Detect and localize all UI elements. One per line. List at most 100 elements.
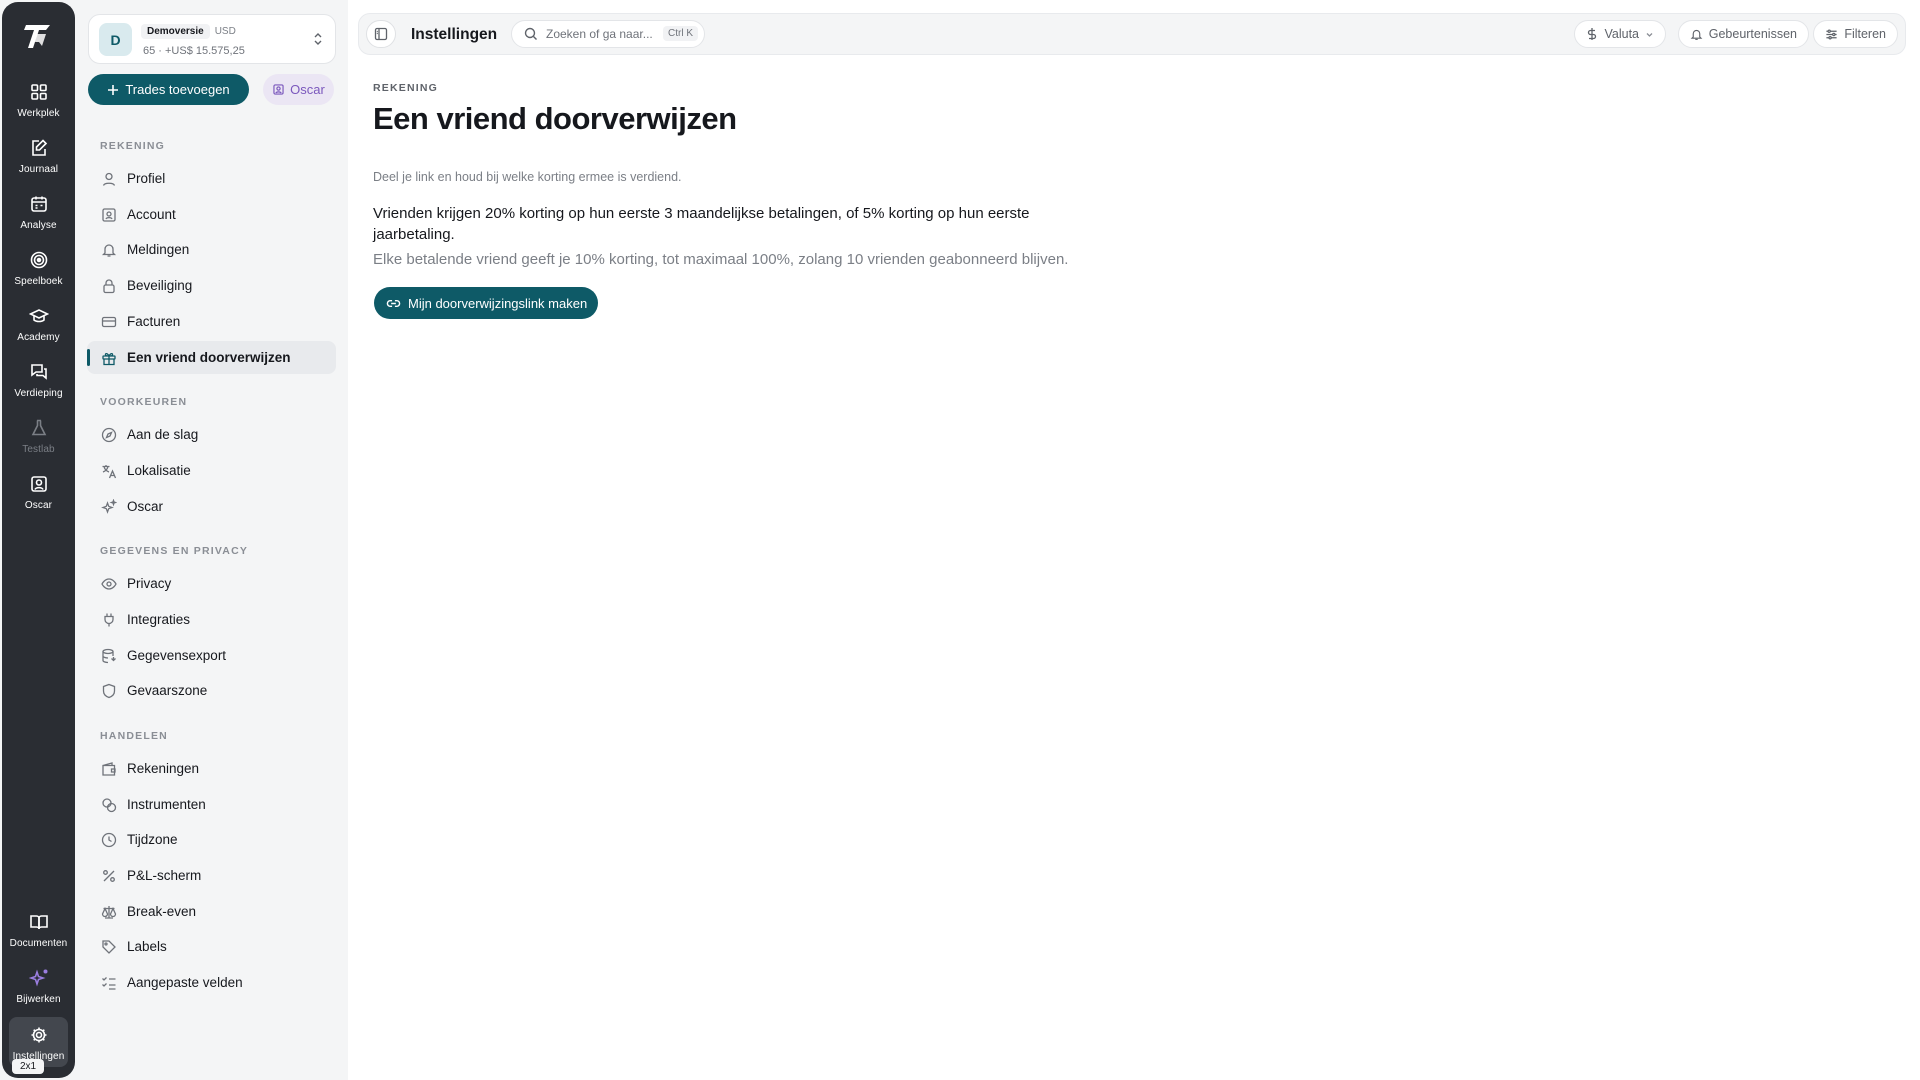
section-title-handelen: HANDELEN: [100, 730, 168, 742]
shortcut-badge: 2x1: [12, 1059, 44, 1074]
credit-card-icon: [101, 316, 117, 327]
page-description: Deel je link en houd bij welke korting e…: [373, 170, 682, 184]
sidebar-item-instrumenten[interactable]: Instrumenten: [87, 788, 336, 821]
rail-item-speelboek[interactable]: Speelboek: [2, 250, 75, 302]
account-name-row: Demoversie USD: [141, 24, 236, 39]
sidebar-item-label: Beveiliging: [127, 278, 193, 293]
sidebar-item-aangepaste-velden[interactable]: Aangepaste velden: [87, 966, 336, 999]
oscar-label: Oscar: [290, 82, 325, 97]
lock-icon: [103, 278, 115, 293]
percent-icon: [103, 869, 115, 882]
gift-icon: [102, 352, 116, 365]
flask-icon: [31, 419, 46, 436]
sidebar-item-label: Meldingen: [127, 242, 190, 257]
sidebar-item-label: Rekeningen: [127, 761, 200, 776]
add-trades-button[interactable]: Trades toevoegen: [88, 74, 249, 105]
sidebar-item-label: Oscar: [127, 499, 164, 514]
sparkles-icon: [28, 969, 47, 987]
search-icon: [524, 27, 537, 40]
search-shortcut: Ctrl K: [663, 26, 698, 41]
sidebar-item-profiel[interactable]: Profiel: [87, 162, 336, 195]
bell-icon: [1690, 29, 1703, 40]
rail-item-oscar[interactable]: Oscar: [2, 474, 75, 526]
wallet-icon: [102, 761, 116, 776]
sidebar-item-gegevensexport[interactable]: Gegevensexport: [87, 639, 336, 672]
avatar: D: [99, 23, 132, 56]
plug-icon: [104, 613, 114, 626]
id-badge-icon: [102, 207, 116, 222]
rail-item-verdieping[interactable]: Verdieping: [2, 362, 75, 414]
sidebar-item-label: Labels: [127, 939, 167, 954]
sidebar-item-aan-de-slag[interactable]: Aan de slag: [87, 418, 336, 451]
sidebar-item-beveiliging[interactable]: Beveiliging: [87, 269, 336, 302]
sidebar-item-privacy[interactable]: Privacy: [87, 567, 336, 600]
sidebar-item-oscar[interactable]: Oscar: [87, 490, 336, 523]
oscar-button[interactable]: Oscar: [263, 74, 334, 105]
rail-item-journaal[interactable]: Journaal: [2, 138, 75, 190]
sidebar-item-break-even[interactable]: Break-even: [87, 895, 336, 928]
sidebar-item-tijdzone[interactable]: Tijdzone: [87, 823, 336, 856]
eye-icon: [101, 577, 117, 590]
filters-button[interactable]: Filteren: [1813, 20, 1898, 48]
sidebar-item-label: Gegevensexport: [127, 648, 227, 663]
sidebar-item-labels[interactable]: Labels: [87, 930, 336, 963]
rail-item-werkplek[interactable]: Werkplek: [2, 82, 75, 134]
sidebar-item-rekeningen[interactable]: Rekeningen: [87, 752, 336, 785]
account-summary: 65 · +US$ 15.575,25: [143, 45, 245, 57]
events-button[interactable]: Gebeurtenissen: [1677, 20, 1809, 48]
account-name: Demoversie: [141, 24, 210, 39]
sidebar-item-gevaarszone[interactable]: Gevaarszone: [87, 674, 336, 707]
rail-label: Oscar: [24, 500, 53, 511]
rail-item-analyse[interactable]: Analyse: [2, 194, 75, 246]
create-referral-link-button[interactable]: Mijn doorverwijzingslink maken: [374, 287, 599, 319]
filters-label: Filteren: [1844, 27, 1886, 41]
chevrons-up-down-icon: [314, 33, 322, 45]
grid-icon: [30, 84, 47, 100]
sidebar-item-label: Account: [127, 207, 176, 222]
rail-label: Analyse: [20, 220, 57, 231]
rail-item-bijwerken[interactable]: Bijwerken: [2, 968, 75, 1020]
rail-label: Bijwerken: [16, 994, 61, 1005]
rail-label: Verdieping: [14, 388, 63, 399]
user-icon: [102, 172, 116, 186]
breadcrumb: REKENING: [373, 82, 439, 94]
rail-label: Testlab: [22, 444, 55, 455]
account-switcher[interactable]: D Demoversie USD 65 · +US$ 15.575,25: [88, 14, 336, 64]
add-trades-label: Trades toevoegen: [125, 82, 230, 97]
sidebar-item-meldingen[interactable]: Meldingen: [87, 233, 336, 266]
sidebar-item-label: Lokalisatie: [127, 463, 191, 478]
sidebar-item-label: Privacy: [127, 576, 172, 591]
sidebar-item-label: Instrumenten: [127, 797, 206, 812]
messages-icon: [30, 364, 47, 380]
rail-label: Speelboek: [14, 276, 63, 287]
app-logo-icon[interactable]: [22, 20, 54, 52]
sidebar-item-label: Integraties: [127, 612, 191, 627]
rail-item-documenten[interactable]: Documenten: [2, 912, 75, 964]
rail-item-academy[interactable]: Academy: [2, 306, 75, 358]
sidebar-item-account[interactable]: Account: [87, 198, 336, 231]
coins-icon: [102, 797, 117, 812]
panel-left-icon: [374, 27, 388, 41]
sidebar-item-integraties[interactable]: Integraties: [87, 603, 336, 636]
tag-icon: [102, 939, 116, 954]
section-title-rekening: REKENING: [100, 140, 166, 152]
page-title: Een vriend doorverwijzen: [373, 101, 737, 136]
rail-label: Documenten: [9, 938, 68, 949]
gear-icon: [31, 1027, 46, 1043]
link-icon: [386, 299, 401, 307]
sidebar-item-label: Een vriend doorverwijzen: [127, 350, 291, 365]
sidebar-item-een-vriend-doorverwijzen[interactable]: Een vriend doorverwijzen: [87, 341, 336, 374]
currency-dropdown[interactable]: Valuta: [1574, 20, 1666, 48]
search-input[interactable]: Zoeken of ga naar... Ctrl K: [511, 20, 705, 48]
rail-label: Academy: [17, 332, 60, 343]
settings-sidebar: D Demoversie USD 65 · +US$ 15.575,25 Tra…: [75, 0, 348, 1080]
sidebar-item-pl-scherm[interactable]: P&L-scherm: [87, 859, 336, 892]
sidebar-item-facturen[interactable]: Facturen: [87, 305, 336, 338]
compass-icon: [101, 427, 117, 442]
sidebar-item-label: Aangepaste velden: [127, 975, 243, 990]
scale-icon: [101, 905, 117, 919]
calendar-icon: [30, 196, 47, 212]
shield-icon: [102, 683, 116, 698]
sidebar-item-lokalisatie[interactable]: Lokalisatie: [87, 454, 336, 487]
sidebar-toggle-button[interactable]: [366, 20, 396, 48]
